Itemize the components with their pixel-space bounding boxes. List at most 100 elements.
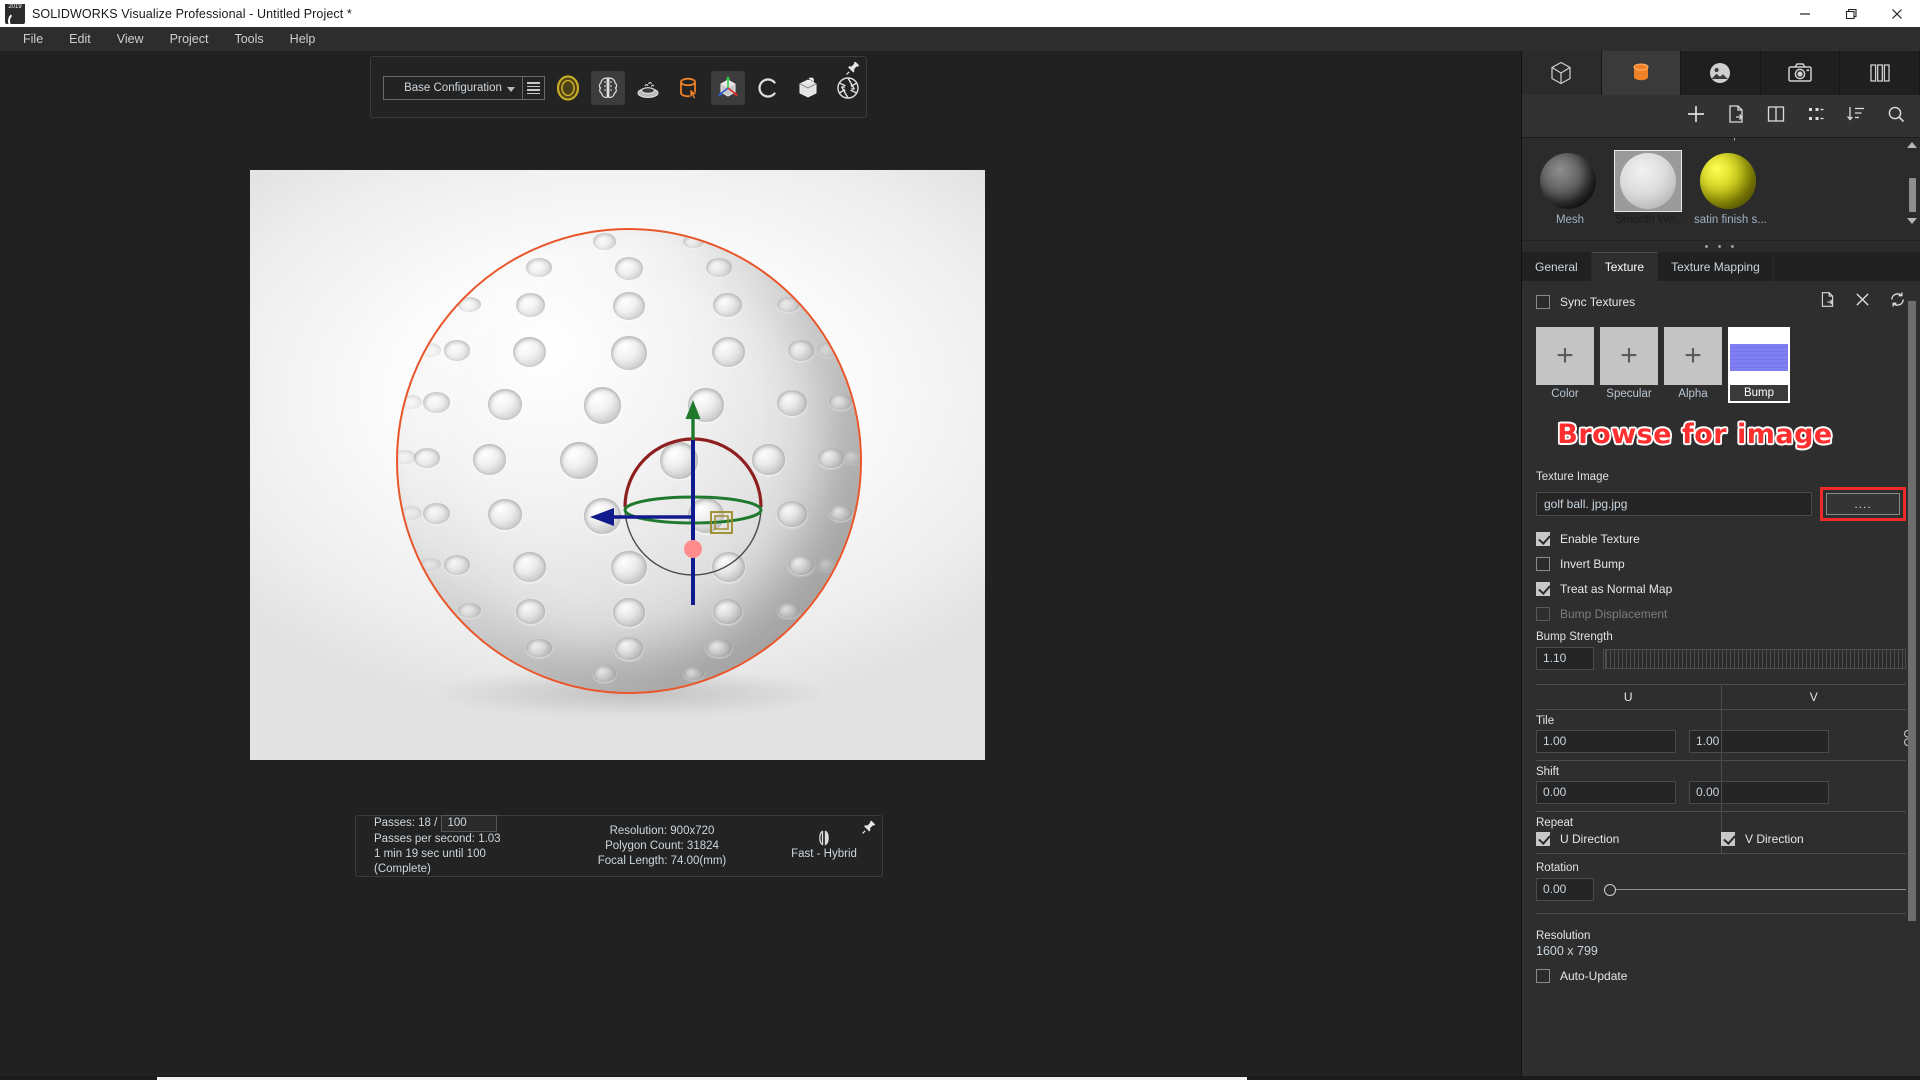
slider-knob[interactable] (1604, 884, 1616, 896)
close-icon[interactable] (1874, 0, 1920, 27)
rotation-row: 0.00 (1536, 878, 1906, 901)
auto-update-checkbox[interactable] (1536, 969, 1550, 983)
bump-strength-label: Bump Strength (1536, 631, 1906, 643)
tile-section: Tile 1.00 1.00 (1536, 710, 1906, 760)
cameras-tab[interactable] (1761, 51, 1841, 95)
bump-strength-slider[interactable] (1603, 649, 1906, 669)
texture-image-input[interactable]: golf ball. jpg.jpg (1536, 492, 1812, 516)
tab-texture-mapping[interactable]: Texture Mapping (1658, 252, 1774, 281)
restore-icon[interactable] (1828, 0, 1874, 27)
scrollbar-thumb[interactable] (1909, 178, 1916, 212)
render-viewport[interactable] (250, 170, 985, 760)
scenes-tab[interactable] (1681, 51, 1761, 95)
dark-mesh-sphere-icon (1540, 153, 1596, 209)
export-button[interactable] (1726, 104, 1746, 129)
rotation-slider[interactable] (1604, 883, 1906, 897)
appearances-tab[interactable] (1602, 51, 1682, 95)
denoiser-button[interactable] (591, 71, 625, 105)
plus-icon: + (1684, 342, 1702, 370)
library-item-smooth-white[interactable]: Smooth Wh... (1614, 150, 1686, 226)
close-x-icon[interactable] (1854, 291, 1871, 313)
reset-button[interactable] (751, 71, 785, 105)
hud-render-mode: Fast - Hybrid (776, 847, 872, 862)
import-button[interactable] (791, 71, 825, 105)
clipped-label-1: Stainless Drill (1620, 137, 1710, 143)
bump-map-preview (1730, 329, 1788, 385)
texture-slot-color[interactable]: + Color (1536, 327, 1594, 403)
grid-view-button[interactable] (1806, 104, 1826, 129)
gizmo-blue-arrow[interactable] (590, 508, 614, 526)
menu-file[interactable]: File (10, 28, 56, 50)
right-dock-panel: Metallic Mesh Stainless Drill Square Mes… (1521, 51, 1920, 1080)
menu-edit[interactable]: Edit (56, 28, 104, 50)
appearance-picker-button[interactable] (671, 71, 705, 105)
tab-general[interactable]: General (1522, 252, 1592, 281)
refresh-icon[interactable] (1889, 291, 1906, 313)
transform-gizmo[interactable] (580, 392, 810, 622)
models-tab[interactable] (1522, 51, 1602, 95)
library-scrollbar[interactable] (1906, 142, 1918, 237)
texture-slot-specular[interactable]: + Specular (1600, 327, 1658, 403)
auto-update-label: Auto-Update (1560, 969, 1627, 983)
yellow-satin-sphere-icon (1700, 153, 1756, 209)
floating-toolbar: Base Configuration (370, 56, 867, 118)
scrollbar-thumb[interactable] (1908, 301, 1916, 921)
bump-strength-input[interactable]: 1.10 (1536, 647, 1594, 670)
hud-render-mode-column[interactable]: Fast - Hybrid (776, 830, 872, 862)
scroll-up-arrow-icon[interactable] (1907, 142, 1917, 148)
panel-resize-handle[interactable]: • • • (1522, 240, 1920, 252)
manipulator-button[interactable] (711, 71, 745, 105)
menu-help[interactable]: Help (277, 28, 329, 50)
add-button[interactable] (1686, 104, 1706, 129)
enable-texture-checkbox[interactable] (1536, 532, 1550, 546)
export-texture-button[interactable] (1819, 291, 1836, 313)
invert-bump-checkbox[interactable] (1536, 557, 1550, 571)
tile-u-input[interactable]: 1.00 (1536, 730, 1676, 753)
passes-total-input[interactable]: 100 (441, 815, 497, 832)
rotation-input[interactable]: 0.00 (1536, 878, 1594, 901)
material-thumbnail (1534, 150, 1602, 212)
split-view-button[interactable] (1766, 104, 1786, 129)
treat-as-normal-map-label: Treat as Normal Map (1560, 582, 1672, 596)
menu-tools[interactable]: Tools (221, 28, 276, 50)
sort-button[interactable] (1846, 104, 1866, 129)
texture-slot-bump[interactable]: Bump (1728, 327, 1790, 403)
auto-update-row: Auto-Update (1536, 969, 1906, 983)
properties-scrollbar[interactable] (1906, 287, 1918, 1080)
menu-project[interactable]: Project (157, 28, 222, 50)
shift-u-input[interactable]: 0.00 (1536, 781, 1676, 804)
treat-as-normal-map-checkbox[interactable] (1536, 582, 1550, 596)
browse-button[interactable]: .... (1826, 493, 1900, 515)
tile-v-input[interactable]: 1.00 (1689, 730, 1829, 753)
configuration-list-button[interactable] (523, 76, 545, 100)
title-bar: 2019 SOLIDWORKS Visualize Professional -… (0, 0, 1920, 27)
sync-textures-checkbox[interactable] (1536, 295, 1550, 309)
camera-aperture-button[interactable] (831, 71, 865, 105)
library-item-satin-finish[interactable]: satin finish s... (1694, 150, 1766, 226)
minimize-icon[interactable] (1782, 0, 1828, 27)
bump-displacement-checkbox (1536, 607, 1550, 621)
repeat-v-checkbox[interactable] (1721, 832, 1735, 846)
texture-slot-alpha[interactable]: + Alpha (1664, 327, 1722, 403)
configuration-dropdown[interactable]: Base Configuration (383, 76, 523, 100)
tab-texture[interactable]: Texture (1592, 252, 1658, 281)
scroll-down-arrow-icon[interactable] (1907, 218, 1917, 224)
models-list-tab[interactable] (1840, 51, 1920, 95)
gizmo-green-arrow[interactable] (686, 400, 701, 419)
search-icon[interactable] (1886, 104, 1906, 129)
gizmo-center-dot[interactable] (684, 540, 702, 558)
sync-textures-row: Sync Textures (1536, 291, 1906, 313)
ground-plane-button[interactable] (631, 71, 665, 105)
pin-icon[interactable] (861, 819, 877, 840)
plus-icon: + (1556, 342, 1574, 370)
library-item-mesh[interactable]: Mesh (1534, 150, 1606, 226)
render-status-hud: Passes: 18 / 100 Passes per second: 1.03… (355, 815, 883, 877)
ring-appearance-button[interactable] (551, 71, 585, 105)
shift-v-input[interactable]: 0.00 (1689, 781, 1829, 804)
library-item-label: Mesh (1534, 214, 1606, 226)
library-item-label: Smooth Wh... (1614, 214, 1686, 226)
rotation-label: Rotation (1536, 862, 1906, 874)
repeat-u-checkbox[interactable] (1536, 832, 1550, 846)
menu-view[interactable]: View (104, 28, 157, 50)
three-bars-icon (1867, 60, 1893, 86)
